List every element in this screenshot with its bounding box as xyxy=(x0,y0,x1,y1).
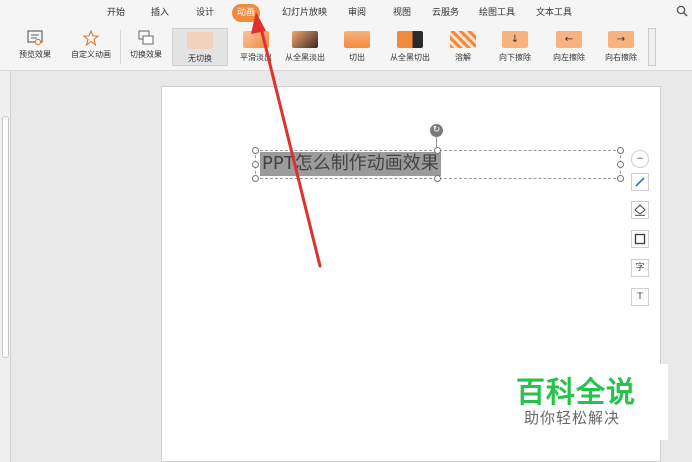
red-arrow-annotation xyxy=(251,12,322,268)
